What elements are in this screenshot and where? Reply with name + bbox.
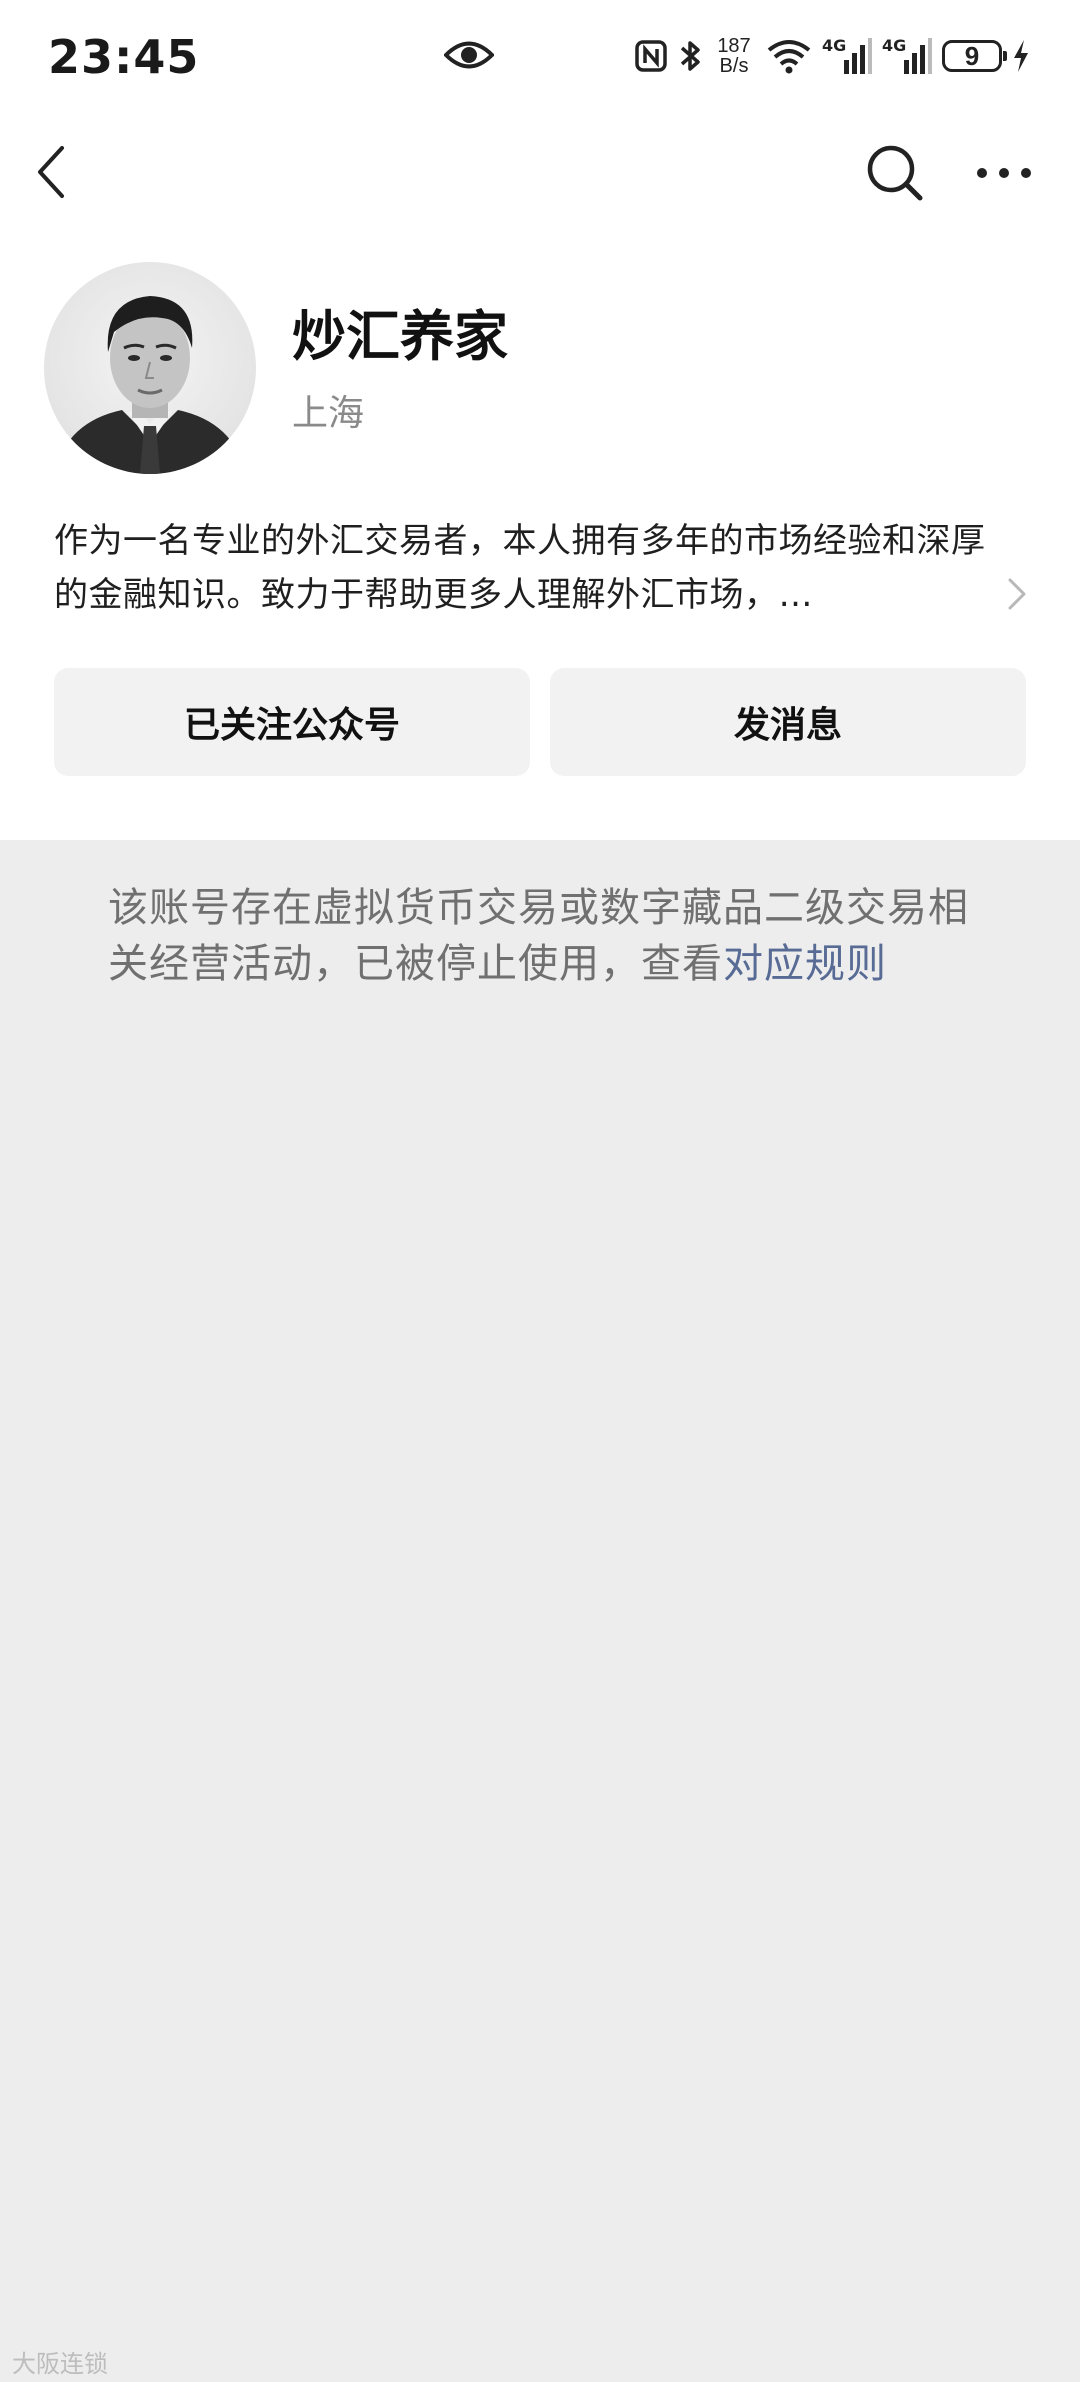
battery-icon: 9	[942, 40, 1007, 72]
net-speed-unit: B/s	[719, 55, 749, 77]
more-icon[interactable]	[974, 156, 1034, 190]
account-description[interactable]: 作为一名专业的外汇交易者，本人拥有多年的市场经验和深厚的金融知识。致力于帮助更多…	[54, 514, 1014, 622]
signal-2: 4G	[882, 36, 932, 76]
net-speed-value: 187	[717, 35, 751, 57]
signal-1: 4G	[822, 36, 872, 76]
account-location: 上海	[292, 393, 365, 434]
send-message-button[interactable]: 发消息	[550, 668, 1026, 776]
status-icons: 187 B/s 4G 4G 9	[634, 34, 1030, 78]
chevron-right-icon[interactable]	[1006, 576, 1028, 612]
signal-icon	[844, 38, 872, 74]
nfc-icon	[635, 40, 667, 72]
wifi-icon	[767, 40, 811, 74]
back-arrow-icon[interactable]	[30, 142, 74, 202]
avatar-portrait	[54, 296, 246, 474]
watermark: 大阪连锁	[12, 2350, 108, 2378]
search-icon[interactable]	[864, 142, 926, 204]
suspension-notice: 该账号存在虚拟货币交易或数字藏品二级交易相关经营活动，已被停止使用，查看对应规则	[108, 880, 978, 992]
rules-link[interactable]: 对应规则	[723, 941, 887, 987]
account-name: 炒汇养家	[292, 305, 508, 368]
charging-icon	[1014, 40, 1028, 72]
battery-level: 9	[964, 40, 980, 71]
net-speed: 187 B/s	[712, 36, 756, 76]
avatar[interactable]	[44, 262, 256, 474]
bluetooth-icon	[680, 41, 700, 71]
followed-button[interactable]: 已关注公众号	[54, 668, 530, 776]
signal-icon	[904, 38, 932, 74]
status-time: 23:45	[48, 30, 200, 84]
eye-icon	[444, 41, 494, 69]
